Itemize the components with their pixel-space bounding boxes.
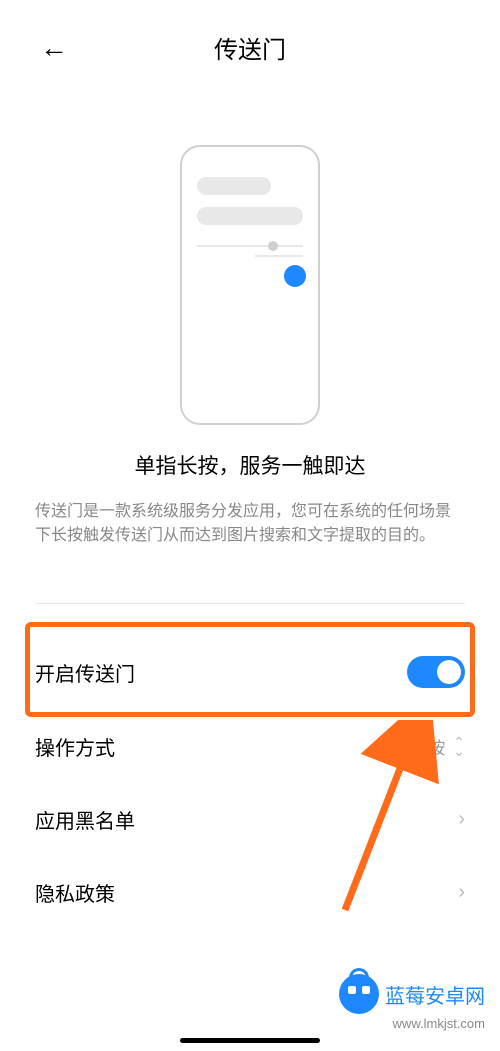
watermark-url: www.lmkjst.com <box>393 1016 485 1031</box>
hero-subtitle: 单指长按，服务一触即达 <box>0 450 500 480</box>
operation-mode-row[interactable]: 操作方式 单指长按 ⌃⌄ <box>35 710 465 783</box>
updown-icon: ⌃⌄ <box>453 738 465 755</box>
watermark: 蓝莓安卓网 www.lmkjst.com <box>339 974 485 1031</box>
page-title: 传送门 <box>20 30 480 65</box>
enable-portal-toggle[interactable] <box>407 656 465 688</box>
app-blacklist-row[interactable]: 应用黑名单 › <box>35 783 465 856</box>
header: ← 传送门 <box>0 0 500 85</box>
operation-mode-value: 单指长按 ⌃⌄ <box>377 734 465 759</box>
settings-list: 开启传送门 操作方式 单指长按 ⌃⌄ 应用黑名单 › 隐私政策 › <box>0 604 500 929</box>
hero-illustration <box>0 145 500 425</box>
app-blacklist-label: 应用黑名单 <box>35 805 135 834</box>
hero-description: 传送门是一款系统级服务分发应用，您可在系统的任何场景下长按触发传送门从而达到图片… <box>0 500 500 548</box>
watermark-logo-icon <box>339 974 379 1014</box>
operation-mode-label: 操作方式 <box>35 732 115 761</box>
privacy-policy-row[interactable]: 隐私政策 › <box>35 856 465 929</box>
enable-portal-label: 开启传送门 <box>35 658 135 687</box>
back-arrow-icon[interactable]: ← <box>40 32 68 64</box>
chevron-right-icon: › <box>458 881 465 904</box>
phone-icon <box>180 145 320 425</box>
enable-portal-row[interactable]: 开启传送门 <box>35 634 465 710</box>
chevron-right-icon: › <box>458 808 465 831</box>
home-indicator <box>180 1038 320 1043</box>
watermark-name: 蓝莓安卓网 <box>385 980 485 1009</box>
privacy-policy-label: 隐私政策 <box>35 878 115 907</box>
